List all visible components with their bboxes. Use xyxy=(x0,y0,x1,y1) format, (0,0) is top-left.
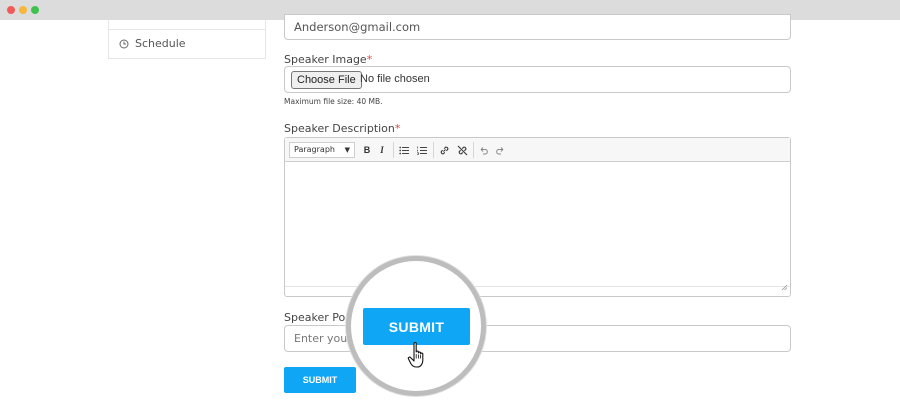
speaker-description-label-text: Speaker Description xyxy=(284,122,395,135)
magnified-submit-button[interactable]: SUBMIT xyxy=(363,308,470,345)
file-size-hint: Maximum file size: 40 MB. xyxy=(284,97,383,106)
email-field[interactable]: Anderson@gmail.com xyxy=(284,14,791,40)
caret-down-icon: ▼ xyxy=(344,146,350,154)
unlink-icon[interactable] xyxy=(455,143,469,157)
sidebar-item-schedule[interactable]: Schedule xyxy=(119,37,186,50)
speaker-image-label: Speaker Image* xyxy=(284,53,372,66)
speaker-position-placeholder: Enter your xyxy=(294,332,352,345)
speaker-image-input[interactable]: Choose File No file chosen xyxy=(284,66,791,93)
hand-pointer-icon xyxy=(407,341,429,373)
paragraph-format-label: Paragraph xyxy=(294,145,335,154)
toolbar-divider xyxy=(473,142,474,158)
maximize-window-button[interactable] xyxy=(31,6,39,14)
speaker-description-label: Speaker Description* xyxy=(284,122,400,135)
submit-button[interactable]: SUBMIT xyxy=(284,367,356,393)
close-window-button[interactable] xyxy=(7,6,15,14)
bold-button[interactable]: B xyxy=(360,143,374,157)
italic-button[interactable]: I xyxy=(375,143,389,157)
file-status: No file chosen xyxy=(360,73,430,85)
speaker-image-label-text: Speaker Image xyxy=(284,53,367,66)
numbered-list-icon[interactable] xyxy=(415,143,429,157)
clock-icon xyxy=(119,39,129,49)
sidebar-item-label: Schedule xyxy=(135,37,186,50)
editor-toolbar: Paragraph ▼ B I xyxy=(285,138,790,162)
minimize-window-button[interactable] xyxy=(19,6,27,14)
choose-file-button[interactable]: Choose File xyxy=(291,71,362,89)
resize-handle-icon[interactable] xyxy=(781,276,788,295)
speaker-position-label: Speaker Pos xyxy=(284,311,351,324)
toolbar-divider xyxy=(433,142,434,158)
redo-icon[interactable] xyxy=(493,143,507,157)
undo-icon[interactable] xyxy=(477,143,491,157)
editor-content-area[interactable] xyxy=(285,162,790,286)
bulleted-list-icon[interactable] xyxy=(397,143,411,157)
sidebar: Schedule xyxy=(108,20,266,59)
rich-text-editor: Paragraph ▼ B I xyxy=(284,137,791,297)
required-mark: * xyxy=(366,53,373,66)
link-icon[interactable] xyxy=(437,143,451,157)
required-mark: * xyxy=(394,122,401,135)
zoom-magnifier: SUBMIT xyxy=(346,256,486,396)
sidebar-divider xyxy=(109,29,265,30)
email-value: Anderson@gmail.com xyxy=(294,20,421,34)
paragraph-format-select[interactable]: Paragraph ▼ xyxy=(289,142,355,158)
toolbar-divider xyxy=(393,142,394,158)
